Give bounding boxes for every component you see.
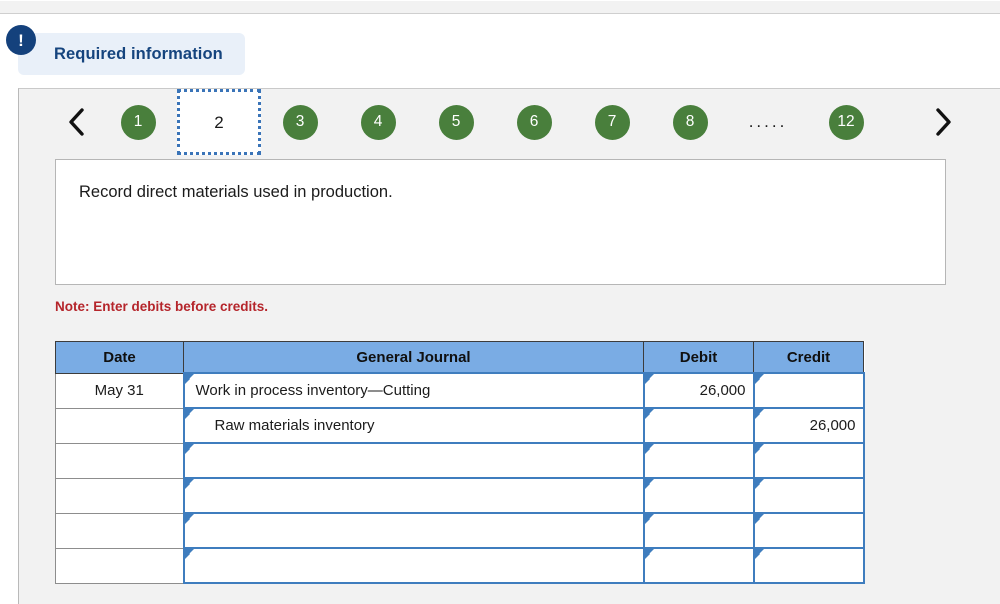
journal-header-row: Date General Journal Debit Credit xyxy=(55,341,864,374)
exclamation-icon: ! xyxy=(6,25,36,55)
column-header-debit: Debit xyxy=(643,341,754,374)
cell-marker-icon xyxy=(644,409,654,419)
table-row xyxy=(55,442,865,479)
required-information-pill: Required information xyxy=(18,33,245,75)
general-journal-table: Date General Journal Debit Credit May 31… xyxy=(55,341,865,584)
step-7[interactable]: 7 xyxy=(573,89,651,155)
date-cell xyxy=(55,477,184,514)
credit-field[interactable]: 26,000 xyxy=(752,407,865,444)
cell-marker-icon xyxy=(184,549,194,559)
step-1-label: 1 xyxy=(120,104,156,140)
date-cell: May 31 xyxy=(55,372,184,409)
question-panel: 1 2 3 4 5 6 7 8 ..... 12 Record direct m… xyxy=(18,88,1000,604)
cell-marker-icon xyxy=(754,374,764,384)
account-field[interactable] xyxy=(182,477,645,514)
step-12-label: 12 xyxy=(828,104,864,140)
table-row xyxy=(55,547,865,584)
step-2-current[interactable]: 2 xyxy=(177,89,261,155)
account-value: Work in process inventory—Cutting xyxy=(195,382,431,399)
window-top-strip xyxy=(0,0,1000,14)
credit-field[interactable] xyxy=(752,477,865,514)
step-5[interactable]: 5 xyxy=(417,89,495,155)
step-8[interactable]: 8 xyxy=(651,89,729,155)
debit-value: 26,000 xyxy=(699,382,746,399)
column-header-credit: Credit xyxy=(753,341,864,374)
credit-value: 26,000 xyxy=(809,417,856,434)
account-field[interactable] xyxy=(182,512,645,549)
cell-marker-icon xyxy=(754,514,764,524)
cell-marker-icon xyxy=(644,514,654,524)
cell-marker-icon xyxy=(754,409,764,419)
column-header-general-journal: General Journal xyxy=(183,341,644,374)
cell-marker-icon xyxy=(754,479,764,489)
column-header-date: Date xyxy=(55,341,184,374)
date-cell xyxy=(55,547,184,584)
cell-marker-icon xyxy=(644,479,654,489)
account-field[interactable] xyxy=(182,547,645,584)
table-row xyxy=(55,512,865,549)
step-6[interactable]: 6 xyxy=(495,89,573,155)
cell-marker-icon xyxy=(184,409,194,419)
credit-field[interactable] xyxy=(752,547,865,584)
debit-field[interactable]: 26,000 xyxy=(642,372,755,409)
credit-field[interactable] xyxy=(752,512,865,549)
step-3-label: 3 xyxy=(282,104,318,140)
instruction-box: Record direct materials used in producti… xyxy=(55,159,946,285)
account-field[interactable]: Raw materials inventory xyxy=(182,407,645,444)
step-ellipsis: ..... xyxy=(748,112,788,131)
table-row: May 31 Work in process inventory—Cutting… xyxy=(55,372,865,409)
table-row: Raw materials inventory 26,000 xyxy=(55,407,865,444)
previous-step-arrow[interactable] xyxy=(55,106,99,138)
debits-before-credits-note: Note: Enter debits before credits. xyxy=(55,299,269,314)
step-4[interactable]: 4 xyxy=(339,89,417,155)
date-cell xyxy=(55,512,184,549)
table-row xyxy=(55,477,865,514)
step-7-label: 7 xyxy=(594,104,630,140)
cell-marker-icon xyxy=(644,444,654,454)
instruction-text: Record direct materials used in producti… xyxy=(79,183,393,201)
account-field[interactable]: Work in process inventory—Cutting xyxy=(182,372,645,409)
credit-field[interactable] xyxy=(752,372,865,409)
cell-marker-icon xyxy=(184,514,194,524)
step-12[interactable]: 12 xyxy=(807,89,885,155)
cell-marker-icon xyxy=(754,549,764,559)
step-6-label: 6 xyxy=(516,104,552,140)
debit-field[interactable] xyxy=(642,407,755,444)
required-information-label: Required information xyxy=(54,44,223,63)
date-cell xyxy=(55,407,184,444)
cell-marker-icon xyxy=(184,479,194,489)
step-4-label: 4 xyxy=(360,104,396,140)
debit-field[interactable] xyxy=(642,442,755,479)
credit-field[interactable] xyxy=(752,442,865,479)
debit-field[interactable] xyxy=(642,477,755,514)
step-1[interactable]: 1 xyxy=(99,89,177,155)
step-2-label: 2 xyxy=(214,112,224,132)
cell-marker-icon xyxy=(644,549,654,559)
cell-marker-icon xyxy=(754,444,764,454)
step-8-label: 8 xyxy=(672,104,708,140)
cell-marker-icon xyxy=(184,444,194,454)
cell-marker-icon xyxy=(644,374,654,384)
step-3[interactable]: 3 xyxy=(261,89,339,155)
cell-marker-icon xyxy=(184,374,194,384)
debit-field[interactable] xyxy=(642,547,755,584)
step-5-label: 5 xyxy=(438,104,474,140)
step-pagination: 1 2 3 4 5 6 7 8 ..... 12 xyxy=(19,89,1000,155)
date-cell xyxy=(55,442,184,479)
debit-field[interactable] xyxy=(642,512,755,549)
next-step-arrow[interactable] xyxy=(921,106,965,138)
account-field[interactable] xyxy=(182,442,645,479)
account-value: Raw materials inventory xyxy=(214,417,375,434)
